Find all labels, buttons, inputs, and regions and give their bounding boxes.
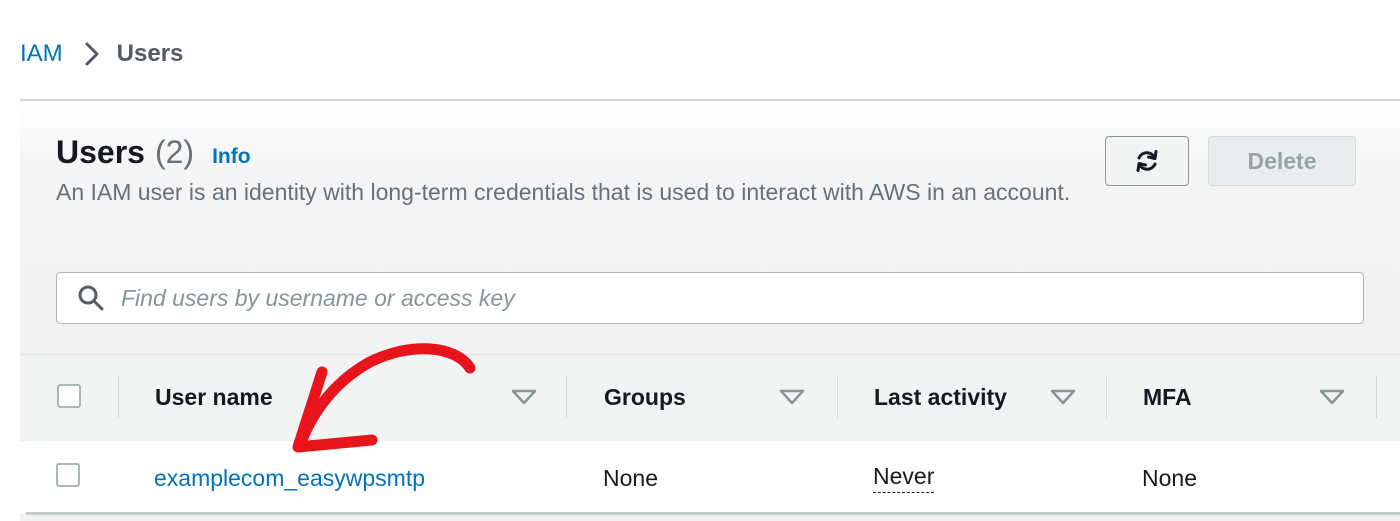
breadcrumb-iam-link[interactable]: IAM [20,40,63,68]
sort-caret-down-icon[interactable] [1319,388,1345,406]
search-input[interactable] [119,283,1323,313]
user-name-link[interactable]: examplecom_easywpsmtp [154,465,425,492]
info-link[interactable]: Info [212,145,250,169]
panel-description: An IAM user is an identity with long-ter… [56,179,1071,205]
page-title: Users [56,134,145,170]
column-header-groups[interactable]: Groups [604,374,686,420]
last-activity-cell[interactable]: Never [873,463,935,493]
user-count: (2) [154,134,195,170]
chevron-right-icon [81,38,103,70]
sort-caret-down-icon[interactable] [779,388,805,406]
column-divider [1376,376,1377,418]
search-icon [78,285,104,311]
groups-cell: None [603,464,658,491]
mfa-cell: None [1142,464,1197,491]
column-header-user-name[interactable]: User name [155,374,273,420]
column-divider [837,376,838,418]
column-header-last-activity[interactable]: Last activity [874,374,1007,420]
column-divider [118,376,119,418]
sort-caret-down-icon[interactable] [1050,388,1076,406]
breadcrumb-current: Users [116,40,184,67]
row-divider [26,512,1400,515]
delete-button[interactable]: Delete [1208,136,1356,186]
column-header-mfa[interactable]: MFA [1143,374,1192,420]
refresh-button[interactable] [1105,136,1189,186]
column-divider [566,376,567,418]
search-box[interactable] [56,272,1364,324]
sort-caret-down-icon[interactable] [511,388,537,406]
column-divider [1106,376,1107,418]
breadcrumb: IAM Users [20,38,183,70]
select-all-checkbox[interactable] [57,384,81,408]
refresh-icon [1136,150,1158,172]
panel-header: Users (2) Info [56,134,251,171]
row-select-checkbox[interactable] [56,463,80,487]
